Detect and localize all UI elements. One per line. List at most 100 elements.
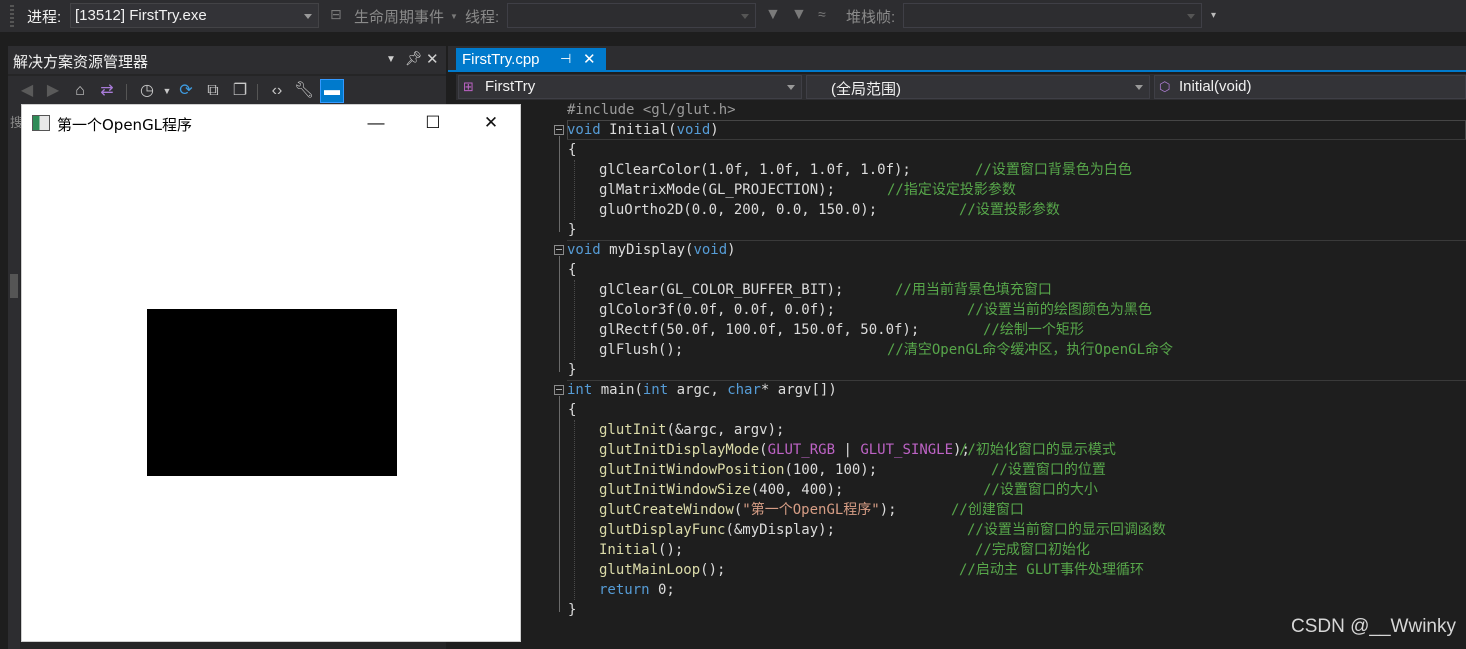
code-token: | <box>835 442 861 458</box>
keyword: void <box>567 242 601 258</box>
chevron-down-icon <box>741 14 749 19</box>
watermark: CSDN @__Wwinky <box>1291 616 1456 637</box>
code-comment-24: //启动主 GLUT事件处理循环 <box>959 562 1145 578</box>
process-dropdown[interactable]: [13512] FirstTry.exe <box>70 3 319 28</box>
pending-changes-icon[interactable]: ◷ <box>136 80 158 102</box>
glut-output-window[interactable]: 第一个OpenGL程序 — ☐ ✕ <box>21 104 521 642</box>
forward-icon[interactable]: ▶ <box>42 80 64 102</box>
pin-icon[interactable]: 📌︎ <box>405 50 423 67</box>
code-token: (&myDisplay); <box>725 522 836 538</box>
code-line-25: return 0; <box>599 580 675 600</box>
keyword: char <box>727 382 761 398</box>
code-line-7: } <box>568 222 577 238</box>
properties-wrench-icon[interactable]: 🔧︎ <box>293 80 315 102</box>
code-comment-10: //用当前背景色填充窗口 <box>895 282 1052 298</box>
code-line-24: glutMainLoop(); <box>599 560 725 580</box>
show-all-files-icon[interactable]: ❐ <box>229 80 251 102</box>
toolbar-separator <box>257 84 258 100</box>
code-line-14: } <box>568 362 577 378</box>
keyword: void <box>567 122 601 138</box>
explorer-title-bar: 解决方案资源管理器 ▼ 📌︎ ✕ <box>8 46 446 74</box>
code-comment-18: //初始化窗口的显示模式 <box>959 442 1116 458</box>
home-icon[interactable]: ⌂ <box>69 80 91 102</box>
function-name: glutMainLoop <box>599 562 701 578</box>
code-line-16: { <box>568 402 577 418</box>
fold-toggle-mydisplay[interactable] <box>554 245 564 255</box>
view-code-icon[interactable]: ‹› <box>266 80 288 102</box>
minimize-button[interactable]: — <box>364 113 388 133</box>
code-line-17: glutInit(&argc, argv); <box>599 420 784 440</box>
filter-icon[interactable]: ▼ <box>765 6 781 24</box>
back-icon[interactable]: ◀ <box>16 80 38 102</box>
code-token: (&argc, argv); <box>666 422 785 438</box>
switch-views-icon[interactable]: ⇄ <box>96 80 118 102</box>
code-comment-20: //设置窗口的大小 <box>983 482 1098 498</box>
chevron-down-icon <box>1187 14 1195 19</box>
indent-guide <box>574 280 575 360</box>
code-line-19: glutInitWindowPosition(100, 100); <box>599 460 877 480</box>
code-comment-22: //设置当前窗口的显示回调函数 <box>967 522 1166 538</box>
explorer-side-strip: 搜 <box>8 106 23 649</box>
collapse-all-icon[interactable]: ⧉ <box>202 80 224 102</box>
code-comment-12: //绘制一个矩形 <box>983 322 1084 338</box>
code-token: ); <box>879 502 897 518</box>
keyword: int <box>567 382 593 398</box>
code-line-3: { <box>568 142 577 158</box>
window-position-icon[interactable]: ▼ <box>386 54 396 65</box>
lifecycle-events-icon: ⊟ <box>330 6 342 22</box>
function-name: glutDisplayFunc <box>599 522 726 538</box>
close-button[interactable]: ✕ <box>479 113 503 133</box>
fold-toggle-main[interactable] <box>554 385 564 395</box>
flag-threads-icon[interactable]: ≈ <box>818 6 826 22</box>
filter-clear-icon[interactable]: ▼ <box>791 6 807 24</box>
keyword: return <box>599 582 650 598</box>
maximize-button[interactable]: ☐ <box>421 113 445 133</box>
explorer-toolbar: ◀ ▶ ⌂ ⇄ ◷ ▼ ⟳ ⧉ ❐ ‹› 🔧︎ ▬ <box>8 76 446 106</box>
code-token: (); <box>658 542 684 558</box>
app-window-icon <box>32 115 50 131</box>
close-icon[interactable]: ✕ <box>583 50 596 68</box>
code-token: * argv[]) <box>760 382 837 398</box>
tab-firsttry-cpp[interactable]: FirstTry.cpp ⊣ ✕ <box>456 48 606 72</box>
keyword: void <box>676 122 711 138</box>
scrollbar-thumb[interactable] <box>10 274 18 298</box>
code-line-15: int main(int argc, char* argv[]) <box>567 380 837 400</box>
lifecycle-events-button[interactable]: 生命周期事件 <box>354 6 444 27</box>
function-name: glutInitDisplayMode <box>599 442 760 458</box>
outline-line <box>559 136 560 232</box>
toolbar-grip[interactable] <box>10 5 14 27</box>
code-line-22: glutDisplayFunc(&myDisplay); <box>599 520 835 540</box>
toolbar-separator <box>126 84 127 100</box>
stack-frame-dropdown[interactable] <box>903 3 1202 28</box>
code-comment-21: //创建窗口 <box>951 502 1024 518</box>
preview-selected-icon[interactable]: ▬ <box>320 79 344 103</box>
scope-value: (全局范围) <box>831 81 901 98</box>
code-line-10: glClear(GL_COLOR_BUFFER_BIT); <box>599 282 844 298</box>
fold-toggle-initial[interactable] <box>554 125 564 135</box>
code-line-6: gluOrtho2D(0.0, 200, 0.0, 150.0); <box>599 202 878 218</box>
code-line-13: glFlush(); <box>599 342 684 358</box>
member-dropdown[interactable]: ⬡ Initial(void) <box>1154 75 1466 99</box>
glut-title-bar[interactable]: 第一个OpenGL程序 — ☐ ✕ <box>22 105 520 141</box>
code-comment-19: //设置窗口的位置 <box>991 462 1106 478</box>
code-editor[interactable]: #include <gl/glut.h> void Initial(void) … <box>448 100 1466 649</box>
code-line-20: glutInitWindowSize(400, 400); <box>599 480 843 500</box>
code-line-4: glClearColor(1.0f, 1.0f, 1.0f, 1.0f); <box>599 162 911 178</box>
sync-icon[interactable]: ⟳ <box>175 80 197 102</box>
scope-dropdown[interactable]: (全局范围) <box>806 75 1150 99</box>
thread-dropdown[interactable] <box>507 3 756 28</box>
code-token: ( <box>759 442 768 458</box>
code-token: myDisplay( <box>600 242 694 258</box>
pin-icon[interactable]: ⊣ <box>560 51 571 67</box>
code-comment-11: //设置当前的绘图颜色为黑色 <box>967 302 1152 318</box>
string-literal: "第一个OpenGL程序" <box>742 502 880 518</box>
code-comment-23: //完成窗口初始化 <box>975 542 1090 558</box>
toolbar-overflow-icon[interactable]: ▾ <box>1211 10 1216 21</box>
close-icon[interactable]: ✕ <box>426 50 439 68</box>
code-line-11: glColor3f(0.0f, 0.0f, 0.0f); <box>599 302 836 318</box>
chevron-down-icon <box>1135 85 1143 90</box>
code-comment-4: //设置窗口背景色为白色 <box>975 162 1132 178</box>
tab-label: FirstTry.cpp <box>462 51 540 68</box>
editor-navigation-bar: ⊞ FirstTry (全局范围) ⬡ Initial(void) <box>456 74 1466 100</box>
project-dropdown[interactable]: ⊞ FirstTry <box>458 75 802 99</box>
